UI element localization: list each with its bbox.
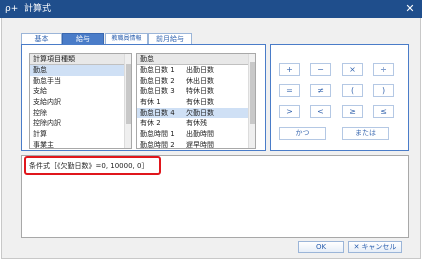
less-equal-button[interactable]: ≤: [373, 105, 394, 118]
list-item[interactable]: 勤怠: [30, 65, 131, 76]
tab-staff-info[interactable]: 教職員情報: [105, 33, 148, 44]
item-list-header: 勤怠: [137, 54, 255, 65]
item-code: 勤怠日数 4: [140, 108, 175, 117]
list-item[interactable]: 勤怠時間 2 遅早時間: [137, 140, 255, 149]
tab-basic[interactable]: 基本: [21, 33, 62, 44]
formula-editor[interactable]: 条件式［《欠勤日数》=0, 10000, 0］: [21, 155, 409, 238]
item-category-header: 計算項目種類: [30, 54, 131, 65]
list-item[interactable]: 勤怠時間 1 出勤時間: [137, 129, 255, 140]
list-item[interactable]: 勤怠日数 2 休出日数: [137, 76, 255, 87]
close-paren-button[interactable]: ): [373, 84, 394, 97]
list-item[interactable]: 勤怠手当: [30, 76, 131, 87]
item-scrollbar[interactable]: [248, 54, 255, 148]
operator-panel: + − × ÷ = ≠ ( ) > < ≥ ≤ かつ または: [270, 44, 409, 151]
list-item[interactable]: 支給: [30, 86, 131, 97]
open-paren-button[interactable]: (: [342, 84, 363, 97]
list-item[interactable]: 控除内訳: [30, 118, 131, 129]
window-title: 計算式: [24, 4, 52, 14]
formula-dialog: 基本 給与 教職員情報 前月給与 計算項目種類 勤怠 勤怠手当 支給 支給内訳 …: [1, 18, 421, 259]
item-code: 勤怠時間 2: [140, 140, 175, 149]
tab-salary[interactable]: 給与: [62, 33, 104, 44]
item-name: 出勤時間: [186, 130, 214, 139]
item-code: 勤怠日数 3: [140, 87, 175, 96]
item-name: 欠勤日数: [186, 108, 214, 117]
item-code: 勤怠時間 1: [140, 130, 175, 139]
list-item[interactable]: 計算: [30, 129, 131, 140]
close-icon[interactable]: ✕: [402, 1, 418, 17]
item-code: 有休 2: [140, 119, 161, 128]
divide-button[interactable]: ÷: [373, 63, 394, 76]
greater-than-button[interactable]: >: [279, 105, 300, 118]
list-item[interactable]: 事業主: [30, 140, 131, 148]
greater-equal-button[interactable]: ≥: [342, 105, 363, 118]
cancel-button[interactable]: ✕ キャンセル: [348, 241, 402, 253]
scrollbar-thumb[interactable]: [126, 64, 131, 124]
item-name: 出勤日数: [186, 66, 214, 74]
and-button[interactable]: かつ: [279, 127, 326, 140]
plus-button[interactable]: +: [279, 63, 300, 76]
item-code: 勤怠日数 2: [140, 76, 175, 85]
not-equal-button[interactable]: ≠: [310, 84, 331, 97]
list-item[interactable]: 勤怠日数 1 出勤日数: [137, 65, 255, 76]
multiply-button[interactable]: ×: [342, 63, 363, 76]
item-name: 遅早時間: [186, 140, 214, 149]
item-code: 勤怠日数 1: [140, 66, 175, 74]
less-than-button[interactable]: <: [310, 105, 331, 118]
cancel-label: キャンセル: [361, 243, 397, 251]
scrollbar-thumb[interactable]: [250, 62, 255, 124]
item-name: 休出日数: [186, 76, 214, 85]
equals-button[interactable]: =: [279, 84, 300, 97]
ok-button[interactable]: OK: [298, 241, 344, 253]
item-selection-panel: 計算項目種類 勤怠 勤怠手当 支給 支給内訳 控除 控除内訳 計算 事業主 勤怠…: [21, 44, 266, 151]
list-item[interactable]: 勤怠日数 3 特休日数: [137, 86, 255, 97]
item-name: 有休日数: [186, 98, 214, 107]
or-button[interactable]: または: [342, 127, 389, 140]
cancel-icon: ✕: [353, 243, 360, 251]
list-item[interactable]: 有休 2 有休残: [137, 118, 255, 129]
list-item[interactable]: 勤怠日数 4 欠勤日数: [137, 107, 255, 119]
list-item[interactable]: 控除: [30, 108, 131, 119]
item-code: 有休 1: [140, 98, 161, 107]
title-bar: ρ+ 計算式 ✕: [0, 0, 422, 18]
list-item[interactable]: 有休 1 有休日数: [137, 97, 255, 108]
minus-button[interactable]: −: [310, 63, 331, 76]
list-item[interactable]: 支給内訳: [30, 97, 131, 108]
item-name: 特休日数: [186, 87, 214, 96]
item-list[interactable]: 勤怠 勤怠日数 1 出勤日数 勤怠日数 2 休出日数 勤怠日数 3 特休日数 有休 1…: [136, 53, 256, 149]
item-category-list[interactable]: 計算項目種類 勤怠 勤怠手当 支給 支給内訳 控除 控除内訳 計算 事業主: [29, 53, 132, 149]
item-name: 有休残: [186, 119, 207, 128]
category-scrollbar[interactable]: [124, 54, 131, 148]
formula-text: 条件式［《欠勤日数》=0, 10000, 0］: [29, 162, 149, 170]
formula-app-icon: ρ+: [5, 4, 19, 14]
tab-previous-salary[interactable]: 前月給与: [148, 33, 192, 44]
